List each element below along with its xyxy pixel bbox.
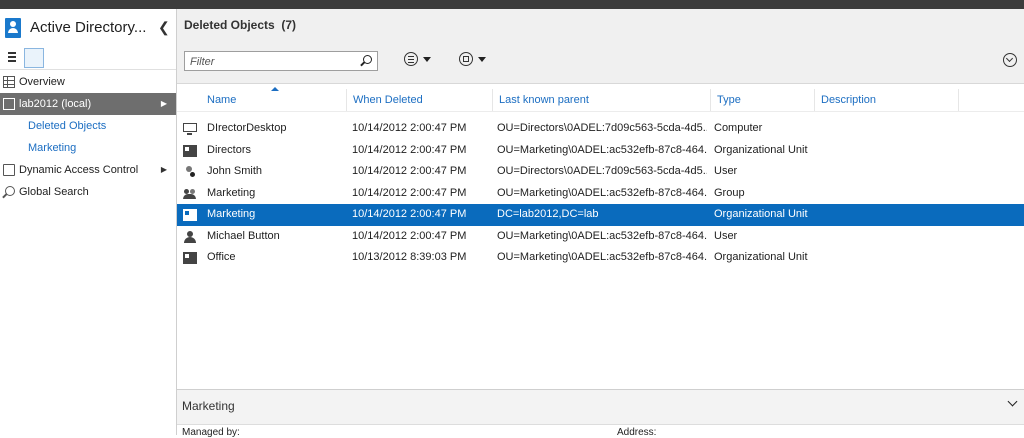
cell-when-deleted: 10/14/2012 2:00:47 PM [352, 165, 467, 177]
search-icon [5, 186, 15, 196]
nav-list: Overview lab2012 (local) ▶ Deleted Objec… [0, 71, 176, 203]
chevron-down-icon[interactable] [1007, 396, 1018, 407]
cell-name: Marketing [207, 186, 256, 199]
object-count: (7) [281, 18, 297, 32]
cell-last-known-parent: OU=Marketing\0ADEL:ac532efb-87c8-464... [497, 186, 707, 199]
page-title: Deleted Objects (7) [184, 18, 296, 32]
organizational-unit-icon [183, 144, 197, 157]
window-top-bar [0, 0, 1024, 9]
nav-item-deleted-objects[interactable]: Deleted Objects [0, 115, 176, 137]
nav-item-label: Marketing [28, 142, 77, 154]
cell-when-deleted: 10/14/2012 2:00:47 PM [352, 143, 467, 156]
user-disabled-icon [183, 166, 197, 178]
domain-icon [3, 98, 15, 110]
cell-when-deleted: 10/14/2012 2:00:47 PM [352, 208, 467, 220]
cell-last-known-parent: OU=Marketing\0ADEL:ac532efb-87c8-464... [497, 251, 707, 263]
column-header-when-deleted[interactable]: When Deleted [347, 89, 493, 111]
cell-when-deleted: 10/14/2012 2:00:47 PM [352, 122, 467, 134]
cell-last-known-parent: OU=Marketing\0ADEL:ac532efb-87c8-464... [497, 143, 707, 156]
cell-type: User [714, 165, 738, 177]
table-row[interactable]: Directors 10/14/2012 2:00:47 PM OU=Marke… [177, 140, 1024, 162]
content-pane: Deleted Objects (7) Name When Deleted La… [177, 9, 1024, 438]
user-icon [183, 230, 197, 243]
cell-when-deleted: 10/14/2012 2:00:47 PM [352, 229, 467, 242]
nav-item-overview[interactable]: Overview [0, 71, 176, 93]
chevron-down-icon [478, 57, 486, 62]
save-icon [459, 52, 473, 66]
group-icon [183, 188, 197, 200]
cell-name: Marketing [207, 208, 256, 220]
details-pane: Marketing Managed by: Address: [177, 389, 1024, 438]
cell-name: John Smith [207, 165, 263, 177]
nav-item-label: Global Search [19, 186, 89, 198]
cell-name: DIrectorDesktop [207, 122, 287, 134]
cell-type: Computer [714, 122, 763, 134]
table-row[interactable]: Marketing 10/14/2012 2:00:47 PM OU=Marke… [177, 183, 1024, 205]
view-toggle [0, 45, 176, 70]
expand-arrow-icon[interactable]: ▶ [161, 93, 167, 115]
page-title-text: Deleted Objects [184, 18, 275, 32]
organizational-unit-icon [183, 252, 197, 264]
nav-item-label: Deleted Objects [28, 120, 107, 132]
address-label: Address: [617, 427, 657, 438]
cell-type: Organizational Unit [714, 143, 808, 156]
nav-item-dynamic-access-control[interactable]: Dynamic Access Control ▶ [0, 159, 176, 181]
expand-header-button[interactable] [1003, 53, 1017, 67]
table-row[interactable]: Michael Button 10/14/2012 2:00:47 PM OU=… [177, 226, 1024, 248]
cell-last-known-parent: OU=Marketing\0ADEL:ac532efb-87c8-464... [497, 229, 707, 242]
navigation-pane: Active Directory... ❮ Overview lab2012 (… [0, 9, 177, 435]
content-header: Deleted Objects (7) [177, 9, 1024, 84]
overview-icon [3, 76, 15, 88]
nav-item-domain[interactable]: lab2012 (local) ▶ [0, 93, 176, 115]
details-title: Marketing [182, 399, 235, 413]
active-directory-icon [5, 18, 21, 38]
cell-type: Organizational Unit [714, 251, 808, 263]
expand-arrow-icon[interactable]: ▶ [161, 159, 167, 181]
cell-name: Office [207, 251, 236, 263]
table-row[interactable]: John Smith 10/14/2012 2:00:47 PM OU=Dire… [177, 161, 1024, 183]
table-header: Name When Deleted Last known parent Type… [177, 87, 1024, 112]
save-query-button[interactable] [459, 52, 491, 70]
collapse-pane-button[interactable]: ❮ [158, 19, 170, 36]
cell-when-deleted: 10/13/2012 8:39:03 PM [352, 251, 467, 263]
cell-last-known-parent: OU=Directors\0ADEL:7d09c563-5cda-4d5... [497, 122, 707, 134]
filter-input[interactable] [188, 53, 357, 71]
computer-icon [183, 123, 197, 135]
cell-last-known-parent: DC=lab2012,DC=lab [497, 208, 599, 220]
view-options-button[interactable] [404, 52, 436, 70]
details-body: Managed by: Address: [177, 424, 1024, 438]
cell-name: Directors [207, 143, 252, 156]
column-header-description[interactable]: Description [815, 89, 959, 111]
nav-item-global-search[interactable]: Global Search [0, 181, 176, 203]
search-icon[interactable] [363, 55, 372, 64]
column-header-last-known-parent[interactable]: Last known parent [493, 89, 711, 111]
table-row-selected[interactable]: Marketing 10/14/2012 2:00:47 PM DC=lab20… [177, 204, 1024, 226]
column-header-name[interactable]: Name [201, 89, 347, 111]
tree-view-icon[interactable] [24, 48, 44, 68]
chevron-down-icon [423, 57, 431, 62]
cell-when-deleted: 10/14/2012 2:00:47 PM [352, 186, 467, 199]
cell-type: User [714, 229, 738, 242]
table-row[interactable]: Office 10/13/2012 8:39:03 PM OU=Marketin… [177, 247, 1024, 269]
cell-name: Michael Button [207, 229, 280, 242]
nav-item-label: Dynamic Access Control [19, 164, 139, 176]
organizational-unit-icon [183, 209, 197, 221]
nav-item-marketing[interactable]: Marketing [0, 137, 176, 159]
cell-type: Group [714, 186, 745, 199]
nav-item-label: lab2012 (local) [19, 98, 92, 110]
cell-last-known-parent: OU=Directors\0ADEL:7d09c563-5cda-4d5... [497, 165, 707, 177]
dynamic-access-control-icon [3, 164, 15, 176]
deleted-objects-table: DIrectorDesktop 10/14/2012 2:00:47 PM OU… [177, 118, 1024, 269]
app-header: Active Directory... ❮ [0, 9, 176, 45]
column-header-type[interactable]: Type [711, 89, 815, 111]
filter-box [184, 51, 378, 71]
table-row[interactable]: DIrectorDesktop 10/14/2012 2:00:47 PM OU… [177, 118, 1024, 140]
list-options-icon [404, 52, 418, 66]
list-view-icon[interactable] [4, 50, 18, 64]
managed-by-label: Managed by: [182, 427, 240, 438]
nav-item-label: Overview [19, 76, 65, 88]
cell-type: Organizational Unit [714, 208, 808, 220]
app-title: Active Directory... [30, 19, 147, 36]
